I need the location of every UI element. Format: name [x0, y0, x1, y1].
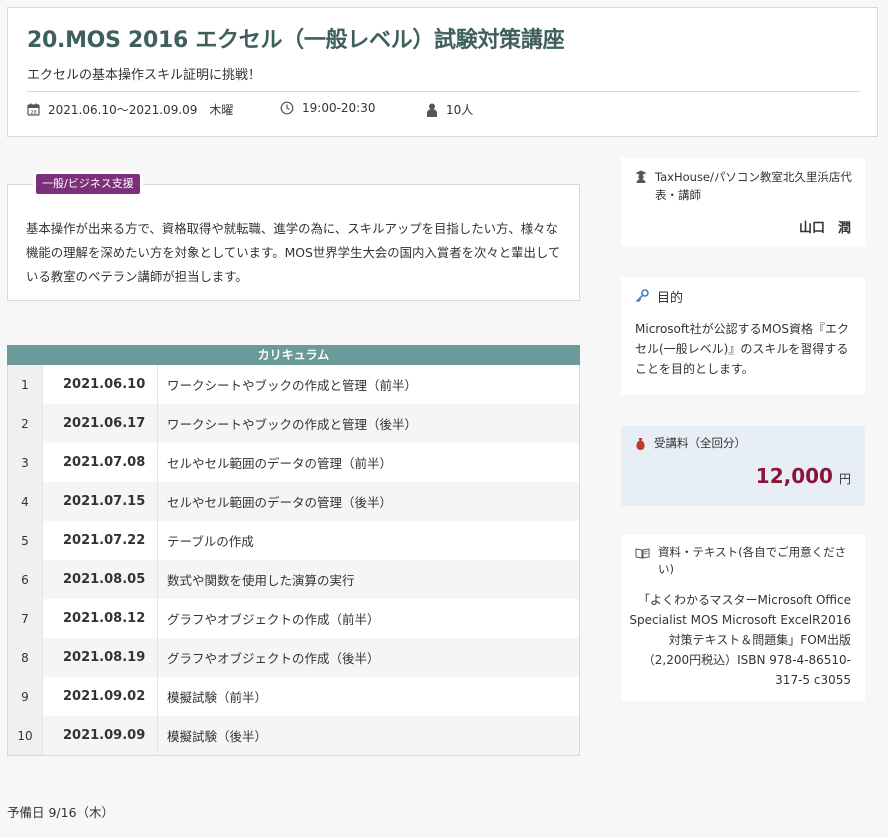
- lesson-topic: セルやセル範囲のデータの管理（前半）: [167, 456, 393, 471]
- lesson-topic: ワークシートやブックの作成と管理（後半）: [167, 417, 418, 432]
- lesson-number: 10: [8, 716, 43, 755]
- lesson-topic: 数式や関数を使用した演算の実行: [167, 573, 355, 588]
- instructor-name: 山口 潤: [798, 221, 851, 236]
- lesson-date: 2021.07.08: [43, 443, 158, 482]
- person-icon: [426, 103, 438, 117]
- materials-text: 「よくわかるマスターMicrosoft Office Specialist MO…: [629, 593, 851, 687]
- table-row: 9 2021.09.02 模擬試験（前半）: [8, 677, 579, 716]
- course-subtitle: エクセルの基本操作スキル証明に挑戦！: [27, 68, 262, 83]
- table-row: 8 2021.08.19 グラフやオブジェクトの作成（後半）: [8, 638, 579, 677]
- lesson-date: 2021.07.15: [43, 482, 158, 521]
- lesson-topic: 模擬試験（前半）: [167, 690, 268, 705]
- curriculum-heading: カリキュラム: [7, 345, 580, 365]
- fee-card: 受講料（全回分） 12,000 円: [621, 426, 865, 506]
- table-row: 6 2021.08.05 数式や関数を使用した演算の実行: [8, 560, 579, 599]
- clock-icon: [280, 101, 294, 115]
- lesson-topic: ワークシートやブックの作成と管理（前半）: [167, 378, 418, 393]
- weekday: 木曜: [209, 103, 234, 117]
- description-text: 基本操作が出来る方で、資格取得や就転職、進学の為に、スキルアップを目指したい方、…: [26, 221, 561, 284]
- lesson-topic: グラフやオブジェクトの作成（前半）: [167, 612, 380, 627]
- course-dates: 28 2021.06.10〜2021.09.09 木曜: [27, 101, 233, 118]
- materials-heading-row: 資料・テキスト(各自でご用意ください): [635, 544, 858, 578]
- table-row: 7 2021.08.12 グラフやオブジェクトの作成（前半）: [8, 599, 579, 638]
- lesson-date: 2021.08.12: [43, 599, 158, 638]
- lesson-number: 3: [8, 443, 43, 482]
- table-row: 1 2021.06.10 ワークシートやブックの作成と管理（前半）: [8, 365, 579, 404]
- teacher-icon: [635, 168, 647, 187]
- lesson-date: 2021.06.17: [43, 404, 158, 443]
- fee-unit: 円: [838, 472, 851, 486]
- fee-value: 12,000: [755, 464, 833, 488]
- purpose-label: 目的: [657, 291, 684, 306]
- lesson-number: 4: [8, 482, 43, 521]
- key-icon: [635, 287, 649, 307]
- lesson-number: 9: [8, 677, 43, 716]
- lesson-topic: セルやセル範囲のデータの管理（後半）: [167, 495, 393, 510]
- lesson-number: 8: [8, 638, 43, 677]
- purpose-heading-row: 目的: [635, 287, 683, 307]
- fee-label: 受講料（全回分）: [654, 436, 746, 450]
- lesson-date: 2021.08.05: [43, 560, 158, 599]
- capacity-value: 10人: [446, 103, 474, 117]
- instructor-affiliation: TaxHouse/パソコン教室北久里浜店代表・講師: [655, 170, 852, 202]
- table-row: 10 2021.09.09 模擬試験（後半）: [8, 716, 579, 755]
- course-title: 20.MOS 2016 エクセル（一般レベル）試験対策講座: [27, 28, 565, 53]
- lesson-topic: 模擬試験（後半）: [167, 729, 268, 744]
- fee-amount: 12,000 円: [756, 464, 851, 488]
- lesson-topic: グラフやオブジェクトの作成（後半）: [167, 651, 380, 666]
- fee-heading-row: 受講料（全回分）: [635, 435, 746, 455]
- table-row: 4 2021.07.15 セルやセル範囲のデータの管理（後半）: [8, 482, 579, 521]
- lesson-number: 5: [8, 521, 43, 560]
- lesson-date: 2021.06.10: [43, 365, 158, 404]
- instructor-card: TaxHouse/パソコン教室北久里浜店代表・講師 山口 潤: [621, 158, 865, 246]
- instructor-affiliation-row: TaxHouse/パソコン教室北久里浜店代表・講師: [635, 168, 855, 204]
- description-card: 基本操作が出来る方で、資格取得や就転職、進学の為に、スキルアップを目指したい方、…: [7, 184, 580, 301]
- reserve-day: 予備日 9/16（木）: [7, 805, 115, 820]
- lesson-date: 2021.07.22: [43, 521, 158, 560]
- lesson-number: 6: [8, 560, 43, 599]
- lesson-number: 2: [8, 404, 43, 443]
- lesson-date: 2021.09.09: [43, 716, 158, 755]
- divider: [27, 91, 860, 92]
- purpose-text: Microsoft社が公認するMOS資格『エクセル(一般レベル)』のスキルを習得…: [635, 322, 850, 376]
- lesson-number: 7: [8, 599, 43, 638]
- course-capacity: 10人: [426, 101, 473, 118]
- table-row: 3 2021.07.08 セルやセル範囲のデータの管理（前半）: [8, 443, 579, 482]
- materials-card: 資料・テキスト(各自でご用意ください) 「よくわかるマスターMicrosoft …: [621, 535, 865, 701]
- lesson-date: 2021.08.19: [43, 638, 158, 677]
- lesson-topic: テーブルの作成: [167, 534, 254, 549]
- svg-text:28: 28: [30, 110, 36, 116]
- time-range: 19:00-20:30: [302, 101, 376, 115]
- money-bag-icon: [635, 435, 646, 455]
- table-row: 5 2021.07.22 テーブルの作成: [8, 521, 579, 560]
- calendar-icon: 28: [27, 103, 40, 116]
- table-row: 2 2021.06.17 ワークシートやブックの作成と管理（後半）: [8, 404, 579, 443]
- course-time: 19:00-20:30: [280, 101, 376, 115]
- lesson-number: 1: [8, 365, 43, 404]
- curriculum-table: 1 2021.06.10 ワークシートやブックの作成と管理（前半） 2 2021…: [7, 365, 580, 756]
- category-tag: 一般/ビジネス支援: [36, 174, 140, 194]
- lesson-date: 2021.09.02: [43, 677, 158, 716]
- materials-label: 資料・テキスト(各自でご用意ください): [658, 545, 847, 576]
- book-icon: [635, 544, 650, 563]
- course-header: 20.MOS 2016 エクセル（一般レベル）試験対策講座 エクセルの基本操作ス…: [7, 7, 878, 137]
- date-range: 2021.06.10〜2021.09.09: [48, 103, 198, 117]
- purpose-card: 目的 Microsoft社が公認するMOS資格『エクセル(一般レベル)』のスキル…: [621, 277, 865, 395]
